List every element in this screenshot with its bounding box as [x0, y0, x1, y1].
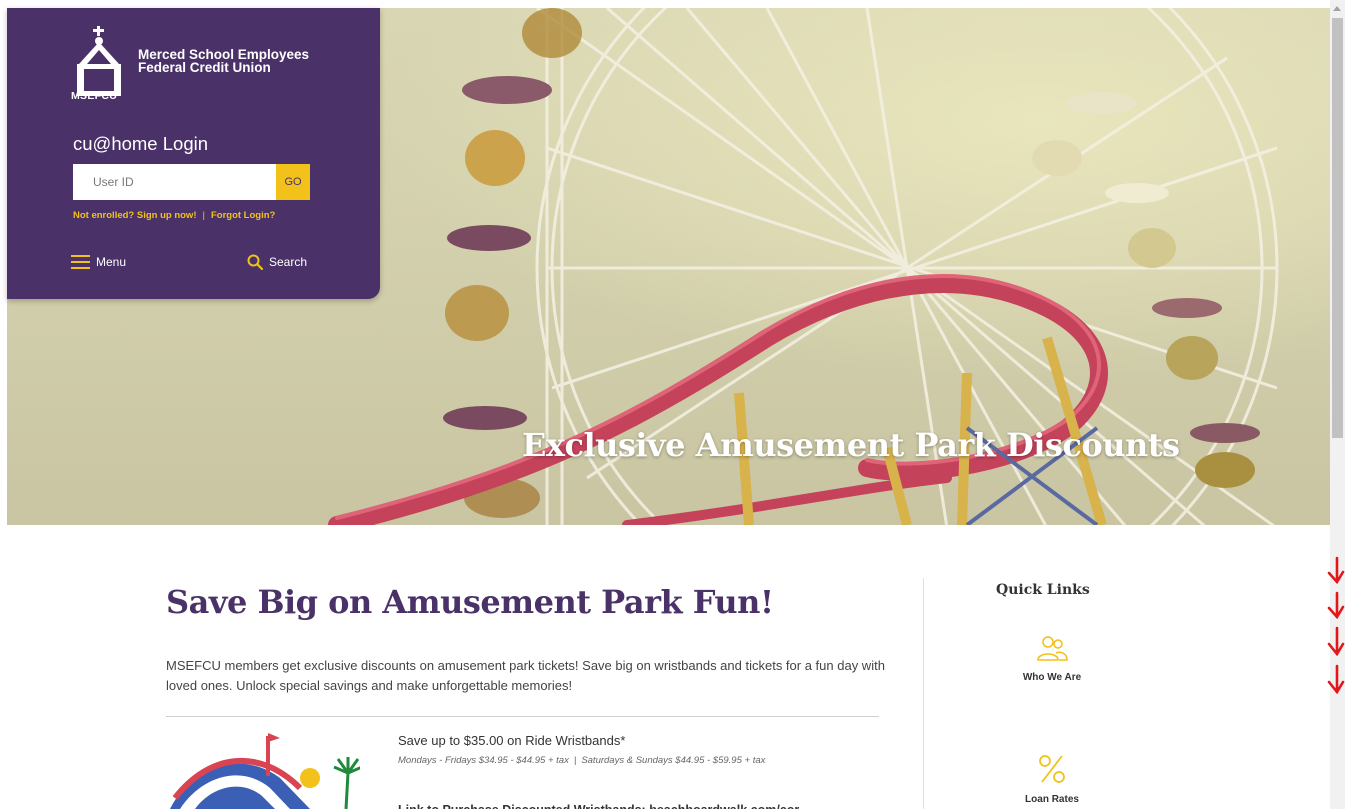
login-links: Not enrolled? Sign up now! | Forgot Login?	[73, 210, 275, 221]
percent-icon	[1039, 755, 1065, 783]
quick-link-who-we-are[interactable]: Who We Are	[992, 634, 1112, 683]
scroll-down-arrows-icon	[1327, 556, 1345, 695]
hero-title: Exclusive Amusement Park Discounts	[522, 426, 1180, 464]
people-icon	[1037, 636, 1068, 661]
links-separator: |	[202, 210, 205, 221]
hamburger-icon	[71, 255, 90, 269]
sidebar-divider	[923, 578, 924, 809]
weekend-pricing: Saturdays & Sundays $44.95 - $59.95 + ta…	[581, 755, 766, 766]
purchase-wristbands-link[interactable]: Link to Purchase Discounted Wristbands: …	[398, 801, 868, 809]
search-icon	[247, 254, 263, 270]
page-heading: Save Big on Amusement Park Fun!	[166, 583, 774, 621]
offer-pricing: Mondays - Fridays $34.95 - $44.95 + tax |…	[398, 755, 765, 766]
offer-title: Save up to $35.00 on Ride Wristbands*	[398, 733, 626, 748]
scroll-up-arrow-icon[interactable]	[1333, 6, 1341, 11]
scrollbar-thumb[interactable]	[1332, 18, 1343, 438]
quick-link-label: Loan Rates	[1025, 794, 1079, 805]
search-label: Search	[269, 255, 308, 269]
forgot-login-link[interactable]: Forgot Login?	[211, 210, 275, 221]
menu-label: Menu	[96, 255, 127, 269]
brand-name-line2: Federal Credit Union	[138, 60, 271, 75]
intro-text: MSEFCU members get exclusive discounts o…	[166, 658, 885, 693]
brand-name: Merced School Employees Federal Credit U…	[138, 48, 309, 75]
brand-abbr: MSEFCU	[71, 90, 118, 102]
menu-button[interactable]: Menu	[71, 255, 126, 269]
userid-input[interactable]	[73, 164, 276, 200]
content-divider	[166, 716, 879, 717]
quick-link-loan-rates[interactable]: Loan Rates	[992, 754, 1112, 805]
amusement-park-logo	[170, 733, 360, 809]
quick-links-title: Quick Links	[996, 582, 1090, 598]
login-title: cu@home Login	[73, 133, 209, 154]
search-button[interactable]: Search	[247, 254, 307, 270]
quick-link-label: Who We Are	[1022, 672, 1082, 683]
enroll-link[interactable]: Not enrolled? Sign up now!	[73, 210, 197, 221]
pricing-separator: |	[573, 755, 577, 766]
go-button[interactable]: GO	[276, 164, 310, 200]
weekday-pricing: Mondays - Fridays $34.95 - $44.95 + tax	[398, 755, 569, 766]
login-panel: Merced School Employees Federal Credit U…	[7, 8, 380, 299]
